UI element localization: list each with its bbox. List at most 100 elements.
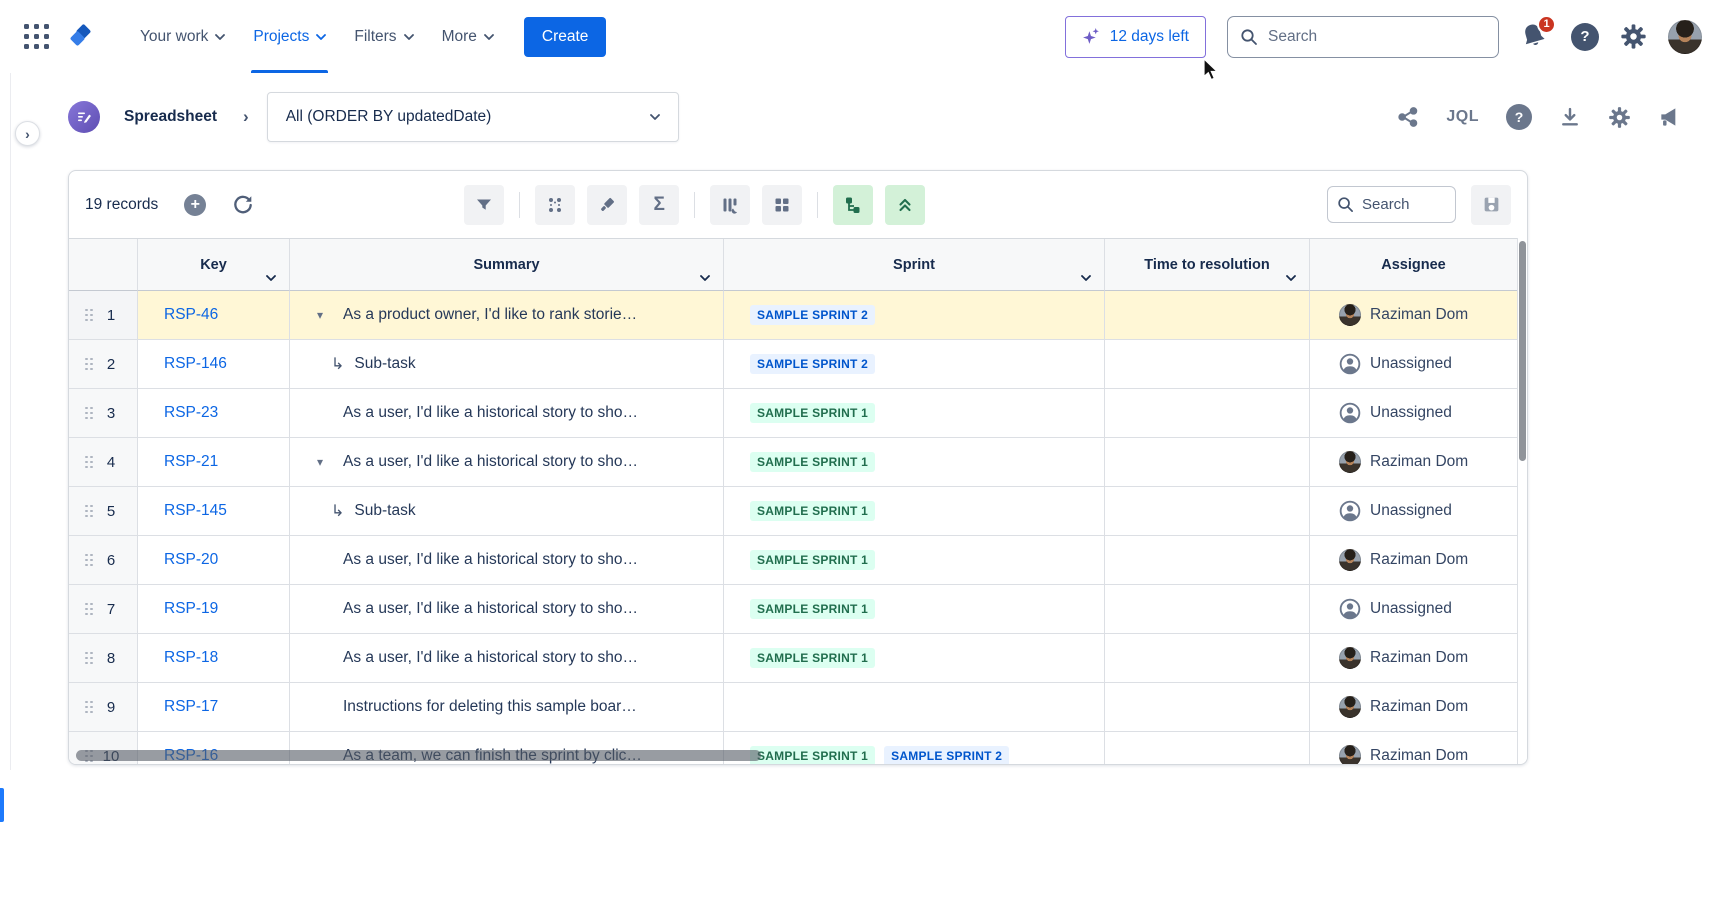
column-settings-button[interactable] bbox=[710, 185, 750, 225]
sprint-badge[interactable]: SAMPLE SPRINT 1 bbox=[750, 550, 875, 570]
column-header-assignee[interactable]: Assignee bbox=[1310, 239, 1517, 291]
summary-cell[interactable]: As a user, I'd like a historical story t… bbox=[290, 585, 724, 634]
user-avatar[interactable] bbox=[1668, 20, 1702, 54]
summary-cell[interactable]: ↳Sub-task bbox=[290, 340, 724, 389]
vertical-scrollbar-thumb[interactable] bbox=[1519, 241, 1526, 461]
expand-caret-icon[interactable]: ▾ bbox=[317, 308, 343, 322]
assignee-cell[interactable]: Raziman Dom bbox=[1310, 634, 1517, 683]
time-to-resolution-cell[interactable] bbox=[1105, 291, 1310, 340]
issue-key-link[interactable]: RSP-18 bbox=[164, 649, 218, 667]
collapse-all-button[interactable] bbox=[885, 185, 925, 225]
filter-button[interactable] bbox=[464, 185, 504, 225]
project-icon[interactable] bbox=[68, 101, 100, 133]
assignee-cell[interactable]: Raziman Dom bbox=[1310, 683, 1517, 732]
sprint-cell[interactable]: SAMPLE SPRINT 1 SAMPLE SPRINT 2 bbox=[724, 732, 1105, 765]
hierarchy-toggle-button[interactable] bbox=[833, 185, 873, 225]
add-record-button[interactable]: + bbox=[184, 194, 206, 216]
sort-chevron-icon[interactable] bbox=[700, 275, 710, 281]
vertical-scrollbar-track[interactable] bbox=[1517, 238, 1527, 764]
assignee-cell[interactable]: Unassigned bbox=[1310, 585, 1517, 634]
jql-button[interactable]: JQL bbox=[1446, 108, 1479, 126]
sprint-cell[interactable]: SAMPLE SPRINT 1 bbox=[724, 585, 1105, 634]
conditional-formatting-button[interactable] bbox=[535, 185, 575, 225]
drag-handle-icon[interactable] bbox=[85, 554, 92, 567]
sprint-badge[interactable]: SAMPLE SPRINT 2 bbox=[750, 305, 875, 325]
sort-chevron-icon[interactable] bbox=[266, 275, 276, 281]
issue-key-link[interactable]: RSP-146 bbox=[164, 355, 227, 373]
jira-logo[interactable] bbox=[68, 24, 98, 50]
sprint-cell[interactable]: SAMPLE SPRINT 1 bbox=[724, 487, 1105, 536]
help-circle-button[interactable]: ? bbox=[1506, 104, 1532, 130]
assignee-cell[interactable]: Unassigned bbox=[1310, 389, 1517, 438]
issue-key-link[interactable]: RSP-20 bbox=[164, 551, 218, 569]
time-to-resolution-cell[interactable] bbox=[1105, 389, 1310, 438]
drag-handle-icon[interactable] bbox=[85, 701, 92, 714]
global-search-input[interactable] bbox=[1227, 16, 1499, 58]
column-header-key[interactable]: Key bbox=[138, 239, 290, 291]
sprint-cell[interactable]: SAMPLE SPRINT 1 bbox=[724, 438, 1105, 487]
time-to-resolution-cell[interactable] bbox=[1105, 585, 1310, 634]
assignee-cell[interactable]: Unassigned bbox=[1310, 487, 1517, 536]
time-to-resolution-cell[interactable] bbox=[1105, 683, 1310, 732]
notifications-button[interactable]: 1 bbox=[1520, 22, 1550, 52]
issue-key-link[interactable]: RSP-19 bbox=[164, 600, 218, 618]
create-button[interactable]: Create bbox=[524, 17, 607, 57]
drag-handle-icon[interactable] bbox=[85, 456, 92, 469]
share-icon[interactable] bbox=[1397, 106, 1419, 128]
sprint-cell[interactable]: SAMPLE SPRINT 1 bbox=[724, 536, 1105, 585]
time-to-resolution-cell[interactable] bbox=[1105, 438, 1310, 487]
drag-handle-icon[interactable] bbox=[85, 603, 92, 616]
sum-button[interactable]: Σ bbox=[639, 185, 679, 225]
expand-caret-icon[interactable]: ▾ bbox=[317, 455, 343, 469]
summary-cell[interactable]: As a user, I'd like a historical story t… bbox=[290, 634, 724, 683]
time-to-resolution-cell[interactable] bbox=[1105, 487, 1310, 536]
sort-chevron-icon[interactable] bbox=[1081, 275, 1091, 281]
nav-item-your-work[interactable]: Your work bbox=[126, 0, 239, 73]
board-settings-gear-icon[interactable] bbox=[1608, 106, 1631, 129]
card-view-button[interactable] bbox=[762, 185, 802, 225]
sprint-badge[interactable]: SAMPLE SPRINT 1 bbox=[750, 501, 875, 521]
sprint-badge[interactable]: SAMPLE SPRINT 2 bbox=[750, 354, 875, 374]
time-to-resolution-cell[interactable] bbox=[1105, 340, 1310, 389]
assignee-cell[interactable]: Raziman Dom bbox=[1310, 536, 1517, 585]
sprint-cell[interactable]: SAMPLE SPRINT 1 bbox=[724, 634, 1105, 683]
issue-key-link[interactable]: RSP-23 bbox=[164, 404, 218, 422]
summary-cell[interactable]: As a user, I'd like a historical story t… bbox=[290, 389, 724, 438]
summary-cell[interactable]: As a user, I'd like a historical story t… bbox=[290, 536, 724, 585]
sprint-badge[interactable]: SAMPLE SPRINT 1 bbox=[750, 599, 875, 619]
sprint-badge[interactable]: SAMPLE SPRINT 1 bbox=[750, 452, 875, 472]
issue-key-link[interactable]: RSP-17 bbox=[164, 698, 218, 716]
assignee-cell[interactable]: Unassigned bbox=[1310, 340, 1517, 389]
time-to-resolution-cell[interactable] bbox=[1105, 536, 1310, 585]
nav-item-filters[interactable]: Filters bbox=[340, 0, 427, 73]
sprint-badge[interactable]: SAMPLE SPRINT 2 bbox=[884, 746, 1009, 765]
column-header-sprint[interactable]: Sprint bbox=[724, 239, 1105, 291]
drag-handle-icon[interactable] bbox=[85, 652, 92, 665]
settings-gear-icon[interactable] bbox=[1620, 23, 1647, 50]
nav-item-projects[interactable]: Projects bbox=[239, 0, 340, 73]
sprint-cell[interactable]: SAMPLE SPRINT 2 bbox=[724, 340, 1105, 389]
sprint-badge[interactable]: SAMPLE SPRINT 1 bbox=[750, 648, 875, 668]
summary-cell[interactable]: ▾As a product owner, I'd like to rank st… bbox=[290, 291, 724, 340]
sprint-badge[interactable]: SAMPLE SPRINT 1 bbox=[750, 403, 875, 423]
sprint-cell[interactable]: SAMPLE SPRINT 1 bbox=[724, 389, 1105, 438]
sort-chevron-icon[interactable] bbox=[1286, 275, 1296, 281]
drag-handle-icon[interactable] bbox=[85, 505, 92, 518]
column-header-summary[interactable]: Summary bbox=[290, 239, 724, 291]
nav-item-more[interactable]: More bbox=[428, 0, 508, 73]
column-header-time-to-resolution[interactable]: Time to resolution bbox=[1105, 239, 1310, 291]
save-view-button[interactable] bbox=[1471, 185, 1511, 225]
refresh-button[interactable] bbox=[232, 194, 254, 216]
summary-cell[interactable]: Instructions for deleting this sample bo… bbox=[290, 683, 724, 732]
assignee-cell[interactable]: Raziman Dom bbox=[1310, 291, 1517, 340]
summary-cell[interactable]: ↳Sub-task bbox=[290, 487, 724, 536]
assignee-cell[interactable]: Raziman Dom bbox=[1310, 732, 1517, 765]
sprint-badge[interactable]: SAMPLE SPRINT 1 bbox=[750, 746, 875, 765]
assignee-cell[interactable]: Raziman Dom bbox=[1310, 438, 1517, 487]
summary-cell[interactable]: ▾As a user, I'd like a historical story … bbox=[290, 438, 724, 487]
drag-handle-icon[interactable] bbox=[85, 309, 92, 322]
issue-key-link[interactable]: RSP-21 bbox=[164, 453, 218, 471]
download-icon[interactable] bbox=[1559, 106, 1581, 128]
format-painter-button[interactable] bbox=[587, 185, 627, 225]
saved-filter-dropdown[interactable]: All (ORDER BY updatedDate) bbox=[267, 92, 679, 142]
